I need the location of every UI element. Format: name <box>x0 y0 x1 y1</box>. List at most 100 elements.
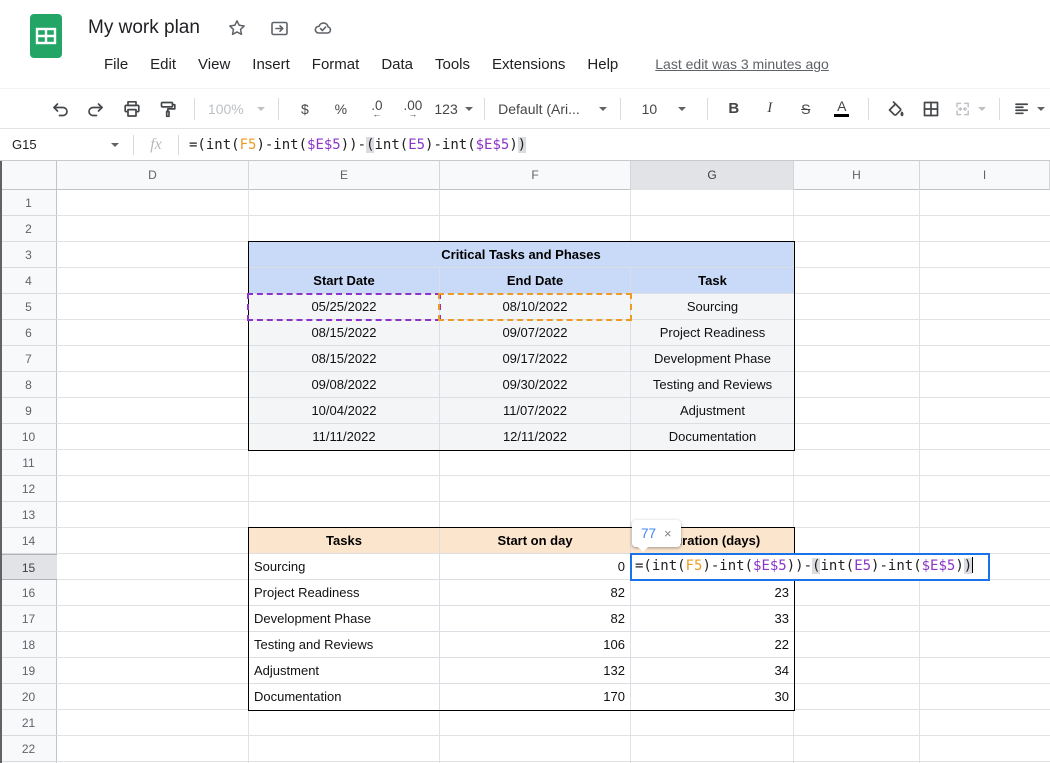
font-select[interactable]: Default (Ari... <box>498 95 607 123</box>
current-color-bar <box>834 114 849 117</box>
cell[interactable]: Sourcing <box>249 554 440 580</box>
menu-insert[interactable]: Insert <box>241 53 301 76</box>
cell[interactable]: Adjustment <box>249 658 440 684</box>
sheets-logo-icon[interactable] <box>29 13 63 59</box>
menu-format[interactable]: Format <box>301 53 371 76</box>
menu-view[interactable]: View <box>187 53 241 76</box>
cell[interactable]: 0 <box>440 554 631 580</box>
chevron-down-icon <box>599 107 607 111</box>
cell[interactable]: 33 <box>631 606 794 632</box>
formula-segment: $E$5 <box>307 137 341 153</box>
bold-button[interactable]: B <box>721 95 747 123</box>
star-icon[interactable] <box>226 17 248 39</box>
cell[interactable]: 23 <box>631 580 794 606</box>
document-title[interactable]: My work plan <box>88 17 200 39</box>
strikethrough-button[interactable]: S <box>793 95 819 123</box>
redo-button[interactable] <box>83 95 109 123</box>
horizontal-align-button[interactable] <box>1013 95 1045 123</box>
cell[interactable]: 09/08/2022 <box>249 372 440 398</box>
chevron-down-icon <box>678 107 686 111</box>
cell[interactable]: 09/30/2022 <box>440 372 631 398</box>
merge-cells-button[interactable] <box>954 95 986 123</box>
cell[interactable]: 170 <box>440 684 631 710</box>
cell[interactable]: 34 <box>631 658 794 684</box>
italic-button[interactable]: I <box>757 95 783 123</box>
cell[interactable]: 30 <box>631 684 794 710</box>
cell[interactable]: Adjustment <box>631 398 794 424</box>
cell[interactable]: Documentation <box>631 424 794 450</box>
cell[interactable]: Sourcing <box>631 294 794 320</box>
formula-segment: ) <box>509 137 517 153</box>
move-to-folder-icon[interactable] <box>269 17 291 39</box>
toolbar-divider <box>620 98 621 120</box>
paint-format-button[interactable] <box>155 95 181 123</box>
formula-segment: )-int( <box>702 558 753 574</box>
paint-bucket-icon <box>885 99 905 119</box>
cell[interactable]: 132 <box>440 658 631 684</box>
cell[interactable]: 22 <box>631 632 794 658</box>
arrow-right-icon: → <box>408 111 417 118</box>
cell[interactable]: 10/04/2022 <box>249 398 440 424</box>
decrease-decimal-button[interactable]: .0← <box>364 95 390 123</box>
menu-data[interactable]: Data <box>370 53 424 76</box>
cell-editor[interactable]: =(int(F5)-int($E$5))-(int(E5)-int($E$5)) <box>630 553 990 581</box>
critical-tasks-table: Critical Tasks and PhasesStart DateEnd D… <box>248 241 795 451</box>
cell[interactable]: 11/07/2022 <box>440 398 631 424</box>
menu-tools[interactable]: Tools <box>424 53 481 76</box>
close-icon[interactable]: × <box>664 526 672 541</box>
cell[interactable]: Testing and Reviews <box>631 372 794 398</box>
header-cell[interactable]: End Date <box>440 268 631 294</box>
table-title-cell[interactable]: Critical Tasks and Phases <box>249 242 794 268</box>
format-percent-button[interactable]: % <box>328 95 354 123</box>
cell[interactable]: 09/17/2022 <box>440 346 631 372</box>
text-cursor <box>972 557 973 573</box>
cell[interactable]: Project Readiness <box>631 320 794 346</box>
toolbar-divider <box>278 98 279 120</box>
toolbar-divider <box>999 98 1000 120</box>
cell[interactable]: 106 <box>440 632 631 658</box>
cell[interactable]: 82 <box>440 580 631 606</box>
menu-extensions[interactable]: Extensions <box>481 53 576 76</box>
increase-decimal-button[interactable]: .00→ <box>400 95 426 123</box>
borders-button[interactable] <box>918 95 944 123</box>
header-cell[interactable]: Start Date <box>249 268 440 294</box>
cell[interactable]: Project Readiness <box>249 580 440 606</box>
last-edit-link[interactable]: Last edit was 3 minutes ago <box>655 56 829 72</box>
formula-result-tooltip: 77 × <box>632 520 681 547</box>
more-formats-label: 123 <box>434 101 457 117</box>
cell[interactable]: 09/07/2022 <box>440 320 631 346</box>
menu-file[interactable]: File <box>93 53 139 76</box>
cell[interactable]: 08/15/2022 <box>249 320 440 346</box>
fill-color-button[interactable] <box>882 95 908 123</box>
name-box[interactable]: G15 <box>0 137 133 152</box>
cell[interactable]: Testing and Reviews <box>249 632 440 658</box>
cloud-saved-icon[interactable] <box>312 17 334 39</box>
cell[interactable]: 11/11/2022 <box>249 424 440 450</box>
formula-segment: )-int( <box>871 558 922 574</box>
formula-segment: E5 <box>854 558 871 574</box>
formula-segment: $E$5 <box>476 137 510 153</box>
zoom-value: 100% <box>208 101 244 117</box>
menu-help[interactable]: Help <box>576 53 629 76</box>
more-formats-button[interactable]: 123 <box>436 95 471 123</box>
cell[interactable]: 12/11/2022 <box>440 424 631 450</box>
header-cell[interactable]: Tasks <box>249 528 440 554</box>
cell[interactable]: 08/15/2022 <box>249 346 440 372</box>
print-button[interactable] <box>119 95 145 123</box>
cell[interactable]: 82 <box>440 606 631 632</box>
text-color-button[interactable]: A <box>829 95 855 123</box>
format-currency-button[interactable]: $ <box>292 95 318 123</box>
header-cell[interactable]: Start on day <box>440 528 631 554</box>
zoom-select[interactable]: 100% <box>208 95 265 123</box>
menu-edit[interactable]: Edit <box>139 53 187 76</box>
cell[interactable]: Documentation <box>249 684 440 710</box>
cell[interactable]: Development Phase <box>249 606 440 632</box>
formula-input[interactable]: =(int(F5)-int($E$5))-(int(E5)-int($E$5)) <box>179 137 1050 153</box>
cell[interactable]: Development Phase <box>631 346 794 372</box>
header-cell[interactable]: Task <box>631 268 794 294</box>
formula-segment: )-int( <box>425 137 476 153</box>
formula-segment: int( <box>820 558 854 574</box>
toolbar-divider <box>868 98 869 120</box>
font-size-select[interactable]: 10 <box>634 95 694 123</box>
undo-button[interactable] <box>47 95 73 123</box>
